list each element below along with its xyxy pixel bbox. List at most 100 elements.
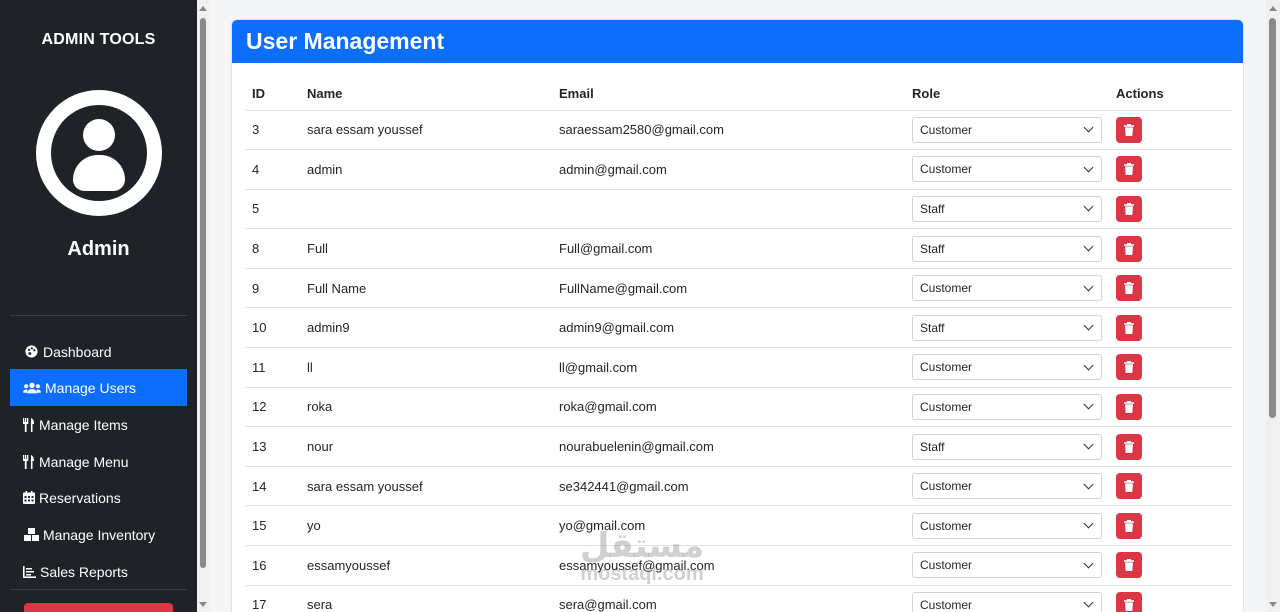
delete-user-button[interactable] (1116, 235, 1142, 262)
delete-user-button[interactable] (1116, 512, 1142, 539)
role-select[interactable]: Customer (912, 591, 1102, 612)
delete-user-button[interactable] (1116, 314, 1142, 341)
user-email: FullName@gmail.com (552, 268, 906, 309)
delete-user-button[interactable] (1116, 473, 1142, 500)
chevron-down-icon (1083, 479, 1094, 490)
table-row: 15 yo yo@gmail.com Customer (245, 505, 1232, 547)
user-id: 15 (245, 505, 300, 547)
table-row: 4 admin admin@gmail.com Customer (245, 149, 1232, 190)
scrollbar-thumb[interactable] (1269, 18, 1276, 418)
user-name: yo (300, 505, 552, 547)
role-select[interactable]: Customer (912, 116, 1102, 143)
table-header-row: ID Name Email Role Actions (245, 81, 1232, 111)
role-select[interactable]: Customer (912, 393, 1102, 420)
role-value: Staff (920, 439, 945, 454)
user-email: roka@gmail.com (552, 387, 906, 428)
user-id: 12 (245, 387, 300, 428)
delete-user-button[interactable] (1116, 116, 1142, 143)
scroll-up-icon[interactable] (1269, 6, 1277, 11)
sidebar-divider (10, 589, 187, 590)
user-email: admin9@gmail.com (552, 307, 906, 349)
sidebar-item-manage-items[interactable]: Manage Items (10, 406, 187, 443)
role-select[interactable]: Customer (912, 354, 1102, 381)
user-name: admin (300, 149, 552, 190)
role-select[interactable]: Staff (912, 195, 1102, 222)
delete-user-button[interactable] (1116, 275, 1142, 302)
page-scrollbar[interactable] (1266, 0, 1280, 612)
role-select[interactable]: Staff (912, 314, 1102, 341)
sidebar-item-dashboard[interactable]: Dashboard (10, 333, 187, 370)
delete-user-button[interactable] (1116, 433, 1142, 460)
user-id: 14 (245, 466, 300, 507)
sidebar-item-manage-menu[interactable]: Manage Menu (10, 443, 187, 480)
sidebar-item-manage-inventory[interactable]: Manage Inventory (10, 516, 187, 553)
role-value: Customer (920, 360, 973, 375)
user-name (300, 189, 552, 230)
chevron-down-icon (1083, 400, 1094, 410)
role-value: Customer (920, 558, 973, 573)
scroll-up-icon[interactable] (199, 6, 207, 11)
delete-user-button[interactable] (1116, 591, 1142, 612)
role-value: Customer (920, 518, 973, 533)
sidebar-item-label: Reservations (39, 489, 121, 506)
scroll-down-icon[interactable] (199, 602, 207, 607)
avatar (36, 90, 162, 216)
user-email: sera@gmail.com (552, 585, 906, 612)
table-row: 11 ll ll@gmail.com Customer (245, 347, 1232, 388)
sidebar-item-label: Sales Reports (40, 563, 128, 580)
role-value: Customer (920, 399, 973, 414)
column-header-name: Name (300, 81, 552, 111)
role-value: Customer (920, 597, 973, 612)
sidebar-item-manage-users[interactable]: Manage Users (10, 369, 187, 406)
trash-icon (1124, 282, 1134, 295)
delete-user-button[interactable] (1116, 354, 1142, 381)
chevron-down-icon (1083, 241, 1094, 252)
role-select[interactable]: Customer (912, 275, 1102, 302)
sidebar: ADMIN TOOLS Admin Dashboard Manage Users… (0, 0, 197, 612)
table-row: 3 sara essam youssef saraessam2580@gmail… (245, 110, 1232, 151)
delete-user-button[interactable] (1116, 393, 1142, 420)
delete-user-button[interactable] (1116, 195, 1142, 222)
user-name: sara essam youssef (300, 466, 552, 507)
logout-button[interactable] (24, 603, 173, 612)
user-email (552, 189, 906, 230)
sidebar-item-reservations[interactable]: Reservations (10, 479, 187, 516)
user-name: roka (300, 387, 552, 428)
delete-user-button[interactable] (1116, 156, 1142, 183)
sidebar-item-sales-reports[interactable]: Sales Reports (10, 553, 187, 590)
role-select[interactable]: Customer (912, 473, 1102, 500)
scrollbar-thumb[interactable] (200, 18, 206, 568)
chevron-down-icon (1083, 518, 1094, 529)
chevron-down-icon (1083, 162, 1094, 173)
sidebar-scrollbar[interactable] (197, 0, 209, 612)
user-name: Full Name (300, 268, 552, 309)
table-row: 5 Staff (245, 189, 1232, 230)
role-select[interactable]: Staff (912, 235, 1102, 262)
delete-user-button[interactable] (1116, 552, 1142, 579)
user-management-card: User Management ID Name Email Role Actio… (231, 19, 1244, 612)
role-select[interactable]: Staff (912, 433, 1102, 460)
chart-icon (23, 564, 36, 580)
user-id: 9 (245, 268, 300, 309)
chevron-down-icon (1083, 281, 1094, 292)
scroll-down-icon[interactable] (1269, 602, 1277, 607)
chevron-down-icon (1083, 122, 1094, 133)
table-row: 8 Full Full@gmail.com Staff (245, 228, 1232, 269)
users-table: ID Name Email Role Actions 3 sara essam … (245, 81, 1232, 612)
user-id: 4 (245, 149, 300, 190)
role-value: Staff (920, 320, 945, 335)
user-id: 11 (245, 347, 300, 388)
role-select[interactable]: Customer (912, 552, 1102, 579)
chevron-down-icon (1083, 439, 1094, 450)
trash-icon (1124, 559, 1134, 572)
sidebar-user-name: Admin (67, 238, 130, 260)
role-value: Customer (920, 281, 973, 296)
utensils-icon (23, 417, 35, 433)
table-row: 12 roka roka@gmail.com Customer (245, 387, 1232, 428)
role-select[interactable]: Customer (912, 156, 1102, 183)
user-name: sera (300, 585, 552, 612)
trash-icon (1124, 480, 1134, 493)
sidebar-item-label: Manage Inventory (43, 526, 156, 543)
user-email: admin@gmail.com (552, 149, 906, 190)
role-select[interactable]: Customer (912, 512, 1102, 539)
